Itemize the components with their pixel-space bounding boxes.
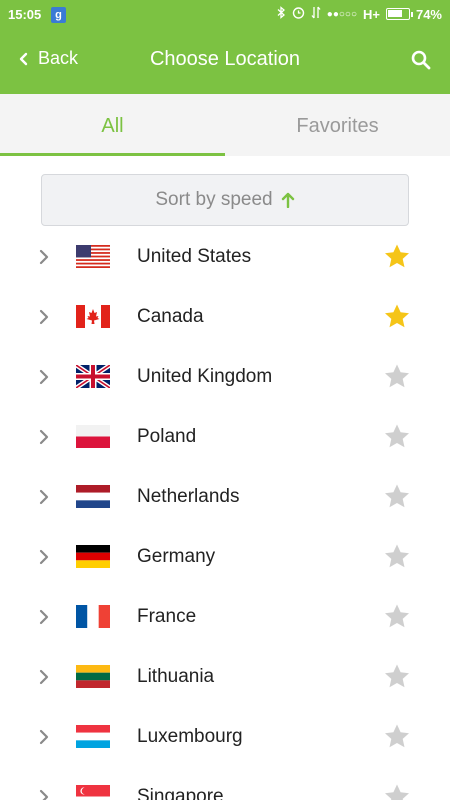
us-flag [76, 245, 110, 268]
sort-label: Sort by speed [155, 189, 273, 210]
list-item[interactable]: Germany [0, 527, 450, 587]
status-indicators: ●●○○○ H+ 74% [277, 6, 442, 22]
list-item[interactable]: Singapore [0, 767, 450, 800]
lu-flag [76, 725, 110, 748]
bluetooth-icon [277, 6, 286, 22]
battery-icon [385, 8, 413, 20]
star-icon[interactable] [383, 543, 411, 570]
country-name: United States [137, 246, 252, 267]
status-bar: 15:05 g ●●○○○ H+ 74% [0, 0, 450, 30]
list-item[interactable]: United Kingdom [0, 347, 450, 407]
chevron-right-icon[interactable] [38, 369, 50, 385]
chevron-right-icon[interactable] [38, 489, 50, 505]
star-icon[interactable] [383, 303, 411, 330]
list-item[interactable]: Canada [0, 287, 450, 347]
star-icon[interactable] [383, 603, 411, 630]
chevron-right-icon[interactable] [38, 309, 50, 325]
status-time: 15:05 [8, 7, 42, 22]
list-item[interactable]: Netherlands [0, 467, 450, 527]
data-transfer-icon [311, 6, 321, 22]
list-item[interactable]: Poland [0, 407, 450, 467]
chevron-right-icon[interactable] [38, 729, 50, 745]
chevron-right-icon[interactable] [38, 609, 50, 625]
tab-bar: All Favorites [0, 94, 450, 156]
nl-flag [76, 485, 110, 508]
signal-strength-icon: ●●○○○ [326, 8, 357, 20]
de-flag [76, 545, 110, 568]
lt-flag [76, 665, 110, 688]
star-icon[interactable] [383, 363, 411, 390]
country-list: United States Canada United Kingdom Poland N… [0, 227, 450, 800]
chevron-right-icon[interactable] [38, 669, 50, 685]
alarm-icon [292, 6, 305, 22]
country-name: United Kingdom [137, 366, 273, 387]
fr-flag [76, 605, 110, 628]
pl-flag [76, 425, 110, 448]
country-name: Canada [137, 306, 204, 327]
list-item[interactable]: France [0, 587, 450, 647]
arrow-up-icon [281, 192, 294, 208]
list-item[interactable]: United States [0, 227, 450, 287]
search-icon[interactable] [410, 49, 432, 71]
country-name: Lithuania [137, 666, 215, 687]
star-icon[interactable] [383, 483, 411, 510]
app-notification-icon: g [51, 7, 66, 23]
country-name: Singapore [137, 786, 224, 800]
country-name: Poland [137, 426, 197, 447]
country-name: Germany [137, 546, 216, 567]
sg-flag [76, 785, 110, 800]
ca-flag [76, 305, 110, 328]
battery-percent: 74% [415, 6, 442, 22]
star-icon[interactable] [383, 243, 411, 270]
nav-bar: Back Choose Location [0, 30, 450, 94]
star-icon[interactable] [383, 423, 411, 450]
chevron-right-icon[interactable] [38, 549, 50, 565]
list-item[interactable]: Lithuania [0, 647, 450, 707]
chevron-right-icon[interactable] [38, 429, 50, 445]
gb-flag [76, 365, 110, 388]
star-icon[interactable] [383, 723, 411, 750]
sort-by-speed-button[interactable]: Sort by speed [41, 174, 409, 226]
chevron-right-icon[interactable] [38, 249, 50, 265]
star-icon[interactable] [383, 783, 411, 800]
page-title: Choose Location [149, 48, 301, 70]
list-item[interactable]: Luxembourg [0, 707, 450, 767]
country-name: Netherlands [137, 486, 240, 507]
country-name: Luxembourg [137, 726, 243, 747]
star-icon[interactable] [383, 663, 411, 690]
app-header: 15:05 g ●●○○○ H+ 74% Back Choose Locatio… [0, 0, 450, 94]
network-type: H+ [362, 6, 380, 22]
chevron-right-icon[interactable] [38, 789, 50, 800]
tab-all[interactable]: All [0, 94, 225, 156]
tab-favorites[interactable]: Favorites [225, 94, 450, 156]
country-name: France [137, 606, 197, 627]
